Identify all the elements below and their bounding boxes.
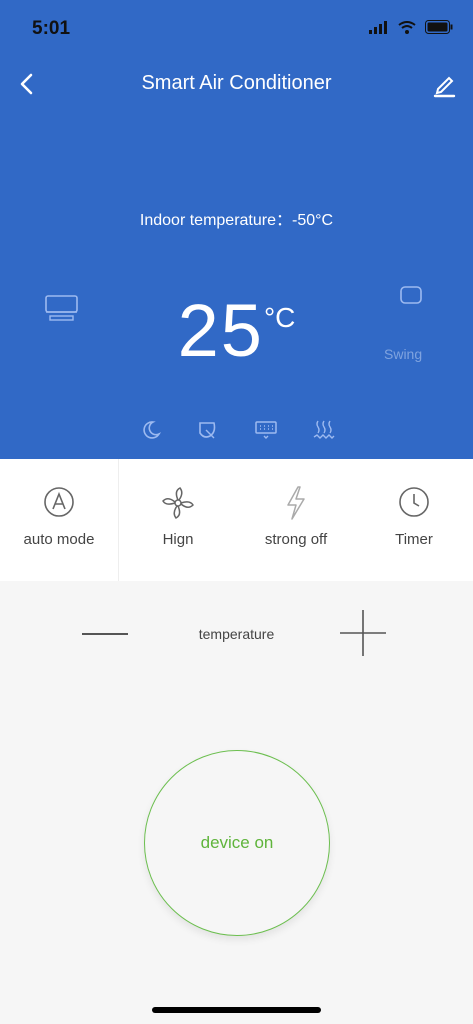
temperature-unit: °C: [263, 302, 296, 333]
temperature-label: temperature: [198, 626, 275, 642]
control-panel: 5:01 Smart Air Conditioner Indoor temper…: [0, 0, 473, 459]
fan-speed-button[interactable]: Hign: [119, 459, 237, 581]
clock-icon: [399, 487, 429, 517]
signal-icon: [369, 20, 387, 34]
status-time: 5:01: [32, 18, 71, 39]
battery-icon: [425, 20, 453, 34]
keyboard-icon[interactable]: [254, 418, 278, 442]
swing-label[interactable]: Swing: [384, 346, 422, 362]
auto-mode-button[interactable]: auto mode: [0, 459, 119, 581]
edit-icon[interactable]: [429, 70, 459, 100]
strong-mode-label: strong off: [264, 531, 328, 548]
fan-speed-label: Hign: [162, 531, 194, 548]
heat-icon[interactable]: [312, 418, 336, 442]
power-label: device on: [200, 833, 274, 852]
sleep-icon[interactable]: [139, 418, 163, 442]
auto-mode-label: auto mode: [23, 531, 95, 548]
status-icons: [369, 20, 453, 34]
temperature-control: temperature: [0, 600, 473, 670]
home-indicator[interactable]: [152, 1007, 321, 1013]
timer-button[interactable]: Timer: [355, 459, 473, 581]
mode-bar: auto mode Hign strong off Timer: [0, 459, 473, 581]
power-button[interactable]: device on: [144, 750, 330, 936]
auto-mode-icon: [44, 487, 74, 517]
indoor-temperature: Indoor temperature：-50°C: [139, 212, 334, 229]
feature-icons: [0, 418, 473, 444]
timer-label: Timer: [395, 531, 433, 548]
eco-leaf-icon[interactable]: [196, 418, 220, 442]
increase-temperature-button[interactable]: [340, 610, 386, 656]
swing-icon[interactable]: [398, 285, 424, 307]
strong-mode-button[interactable]: strong off: [237, 459, 355, 581]
wifi-icon: [398, 20, 416, 34]
lightning-icon: [287, 486, 305, 520]
page-title: Smart Air Conditioner: [141, 72, 332, 94]
temperature-value: 25: [177, 289, 264, 372]
fan-icon: [162, 487, 194, 519]
